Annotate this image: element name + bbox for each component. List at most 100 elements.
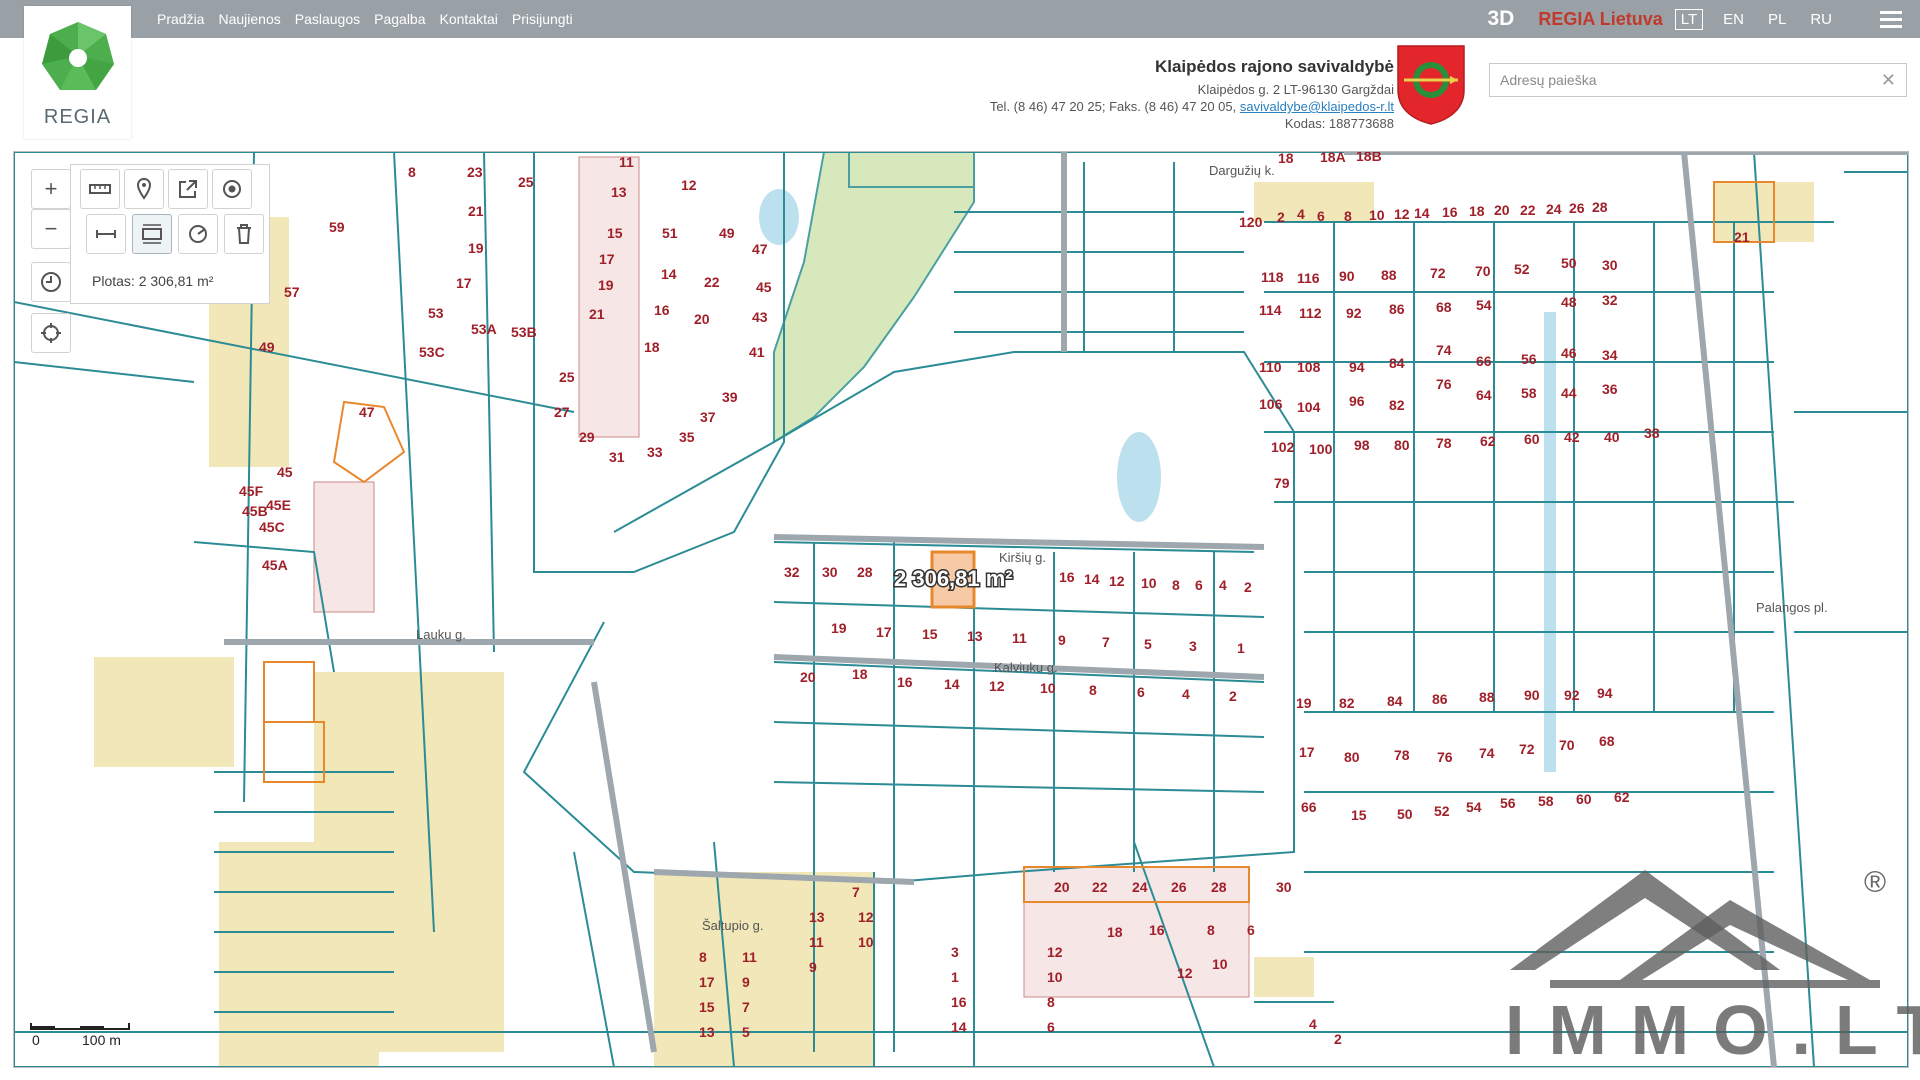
plot-label: 4 xyxy=(1309,1016,1317,1032)
plot-label: 38 xyxy=(1644,425,1660,441)
plot-label: 15 xyxy=(699,999,715,1015)
plot-label: 47 xyxy=(359,404,375,420)
lang-ru[interactable]: RU xyxy=(1806,10,1836,29)
plot-label: 66 xyxy=(1476,353,1492,369)
plot-label: 56 xyxy=(1521,351,1537,367)
plot-label: 19 xyxy=(1296,695,1312,711)
plot-label: 45E xyxy=(266,497,291,513)
measure-radius-button[interactable] xyxy=(178,214,218,254)
plot-label: 7 xyxy=(742,999,750,1015)
clear-icon[interactable]: ✕ xyxy=(1881,70,1896,91)
regia-logo[interactable]: REGIA xyxy=(24,6,131,139)
plot-label: 11 xyxy=(742,949,757,965)
logo-text: REGIA xyxy=(43,106,112,128)
plot-label: 11 xyxy=(619,154,634,170)
plot-label: 52 xyxy=(1514,261,1530,277)
lang-pl[interactable]: PL xyxy=(1764,10,1790,29)
zoom-in-button[interactable]: + xyxy=(31,169,71,209)
plot-label: 39 xyxy=(722,389,738,405)
plot-label: 23 xyxy=(467,164,483,180)
plot-label: 28 xyxy=(1592,199,1608,215)
export-button[interactable] xyxy=(168,169,208,209)
plot-label: 10 xyxy=(1141,575,1157,591)
nav-contacts[interactable]: Kontaktai xyxy=(440,11,498,27)
plot-label: 78 xyxy=(1436,435,1452,451)
street-label: Lauku g. xyxy=(416,627,466,642)
municipality-email[interactable]: savivaldybe@klaipedos-r.lt xyxy=(1240,99,1394,114)
plot-label: 53C xyxy=(419,344,445,360)
3d-button[interactable]: 3D xyxy=(1488,7,1515,31)
plot-label: 9 xyxy=(1058,632,1066,648)
plot-label: 53A xyxy=(471,321,497,337)
plot-label: 72 xyxy=(1430,265,1446,281)
scale-zero: 0 xyxy=(32,1032,40,1048)
address-search-input[interactable] xyxy=(1490,64,1880,96)
nav-services[interactable]: Paslaugos xyxy=(295,11,360,27)
plot-label: 90 xyxy=(1339,268,1355,284)
municipality-code: Kodas: 188773688 xyxy=(1284,116,1394,131)
nav-help[interactable]: Pagalba xyxy=(374,11,425,27)
nav-login[interactable]: Prisijungti xyxy=(512,11,573,27)
plot-label: 13 xyxy=(611,184,627,200)
plot-label: 21 xyxy=(589,306,605,322)
plot-label: 48 xyxy=(1561,294,1577,310)
plot-label: 16 xyxy=(1442,204,1458,220)
hamburger-icon[interactable] xyxy=(1880,10,1902,28)
trash-icon xyxy=(237,224,251,244)
plot-label: 98 xyxy=(1354,437,1370,453)
plot-label: 106 xyxy=(1259,396,1283,412)
plot-label: 49 xyxy=(719,225,735,241)
marker-tool-button[interactable] xyxy=(124,169,164,209)
regia-lietuva-link[interactable]: REGIA Lietuva xyxy=(1538,9,1662,30)
plot-label: 35 xyxy=(679,429,695,445)
plot-label: 32 xyxy=(784,564,800,580)
watermark-text: IMMO.LT xyxy=(1505,991,1920,1069)
plot-label: 7 xyxy=(1102,634,1110,650)
map-pin-icon xyxy=(136,178,152,200)
lang-lt[interactable]: LT xyxy=(1674,8,1704,30)
plot-label: 94 xyxy=(1349,359,1365,375)
plot-label: 5 xyxy=(742,1024,750,1040)
plot-label: 4 xyxy=(1297,206,1305,222)
plot-label: 18 xyxy=(1469,203,1485,219)
municipality-phone: Tel. (8 46) 47 20 25; Faks. (8 46) 47 20… xyxy=(989,99,1237,114)
plot-label: 13 xyxy=(809,909,825,925)
plot-label: 13 xyxy=(967,628,983,644)
plot-label: 10 xyxy=(1369,207,1385,223)
plot-label: 12 xyxy=(1047,944,1063,960)
area-readout: Plotas: 2 306,81 m² xyxy=(92,273,214,289)
plot-label: 17 xyxy=(699,974,715,990)
point-tool-button[interactable] xyxy=(212,169,252,209)
plot-label: 6 xyxy=(1137,684,1145,700)
measure-area-button[interactable] xyxy=(132,214,172,254)
nav-news[interactable]: Naujienos xyxy=(218,11,280,27)
plot-label: 116 xyxy=(1297,270,1320,286)
plot-label: 15 xyxy=(922,626,938,642)
plot-label: 21 xyxy=(1734,229,1750,245)
municipality-name: Klaipėdos rajono savivaldybė xyxy=(1154,57,1394,76)
lang-en[interactable]: EN xyxy=(1719,10,1748,29)
measure-distance-button[interactable] xyxy=(86,214,126,254)
street-label: Kiršių g. xyxy=(999,550,1046,565)
plot-label: 16 xyxy=(1059,569,1075,585)
street-label: Palangos pl. xyxy=(1756,600,1828,615)
plot-label: 5 xyxy=(1144,636,1152,652)
plot-label: 16 xyxy=(1149,922,1165,938)
history-button[interactable] xyxy=(31,262,71,302)
zoom-out-button[interactable]: − xyxy=(31,209,71,249)
plot-label: 22 xyxy=(704,274,720,290)
locate-button[interactable] xyxy=(31,313,71,353)
plot-label: 62 xyxy=(1480,433,1496,449)
plot-label: 62 xyxy=(1614,789,1630,805)
delete-measurement-button[interactable] xyxy=(224,214,264,254)
park-areas xyxy=(773,152,975,444)
plot-label: 104 xyxy=(1297,399,1321,415)
plot-label: 88 xyxy=(1479,689,1495,705)
top-bar: Pradžia Naujienos Paslaugos Pagalba Kont… xyxy=(0,0,1920,38)
plot-label: 74 xyxy=(1436,342,1452,358)
scale-label: 100 m xyxy=(82,1032,121,1048)
nav-home[interactable]: Pradžia xyxy=(157,11,204,27)
plot-label: 11 xyxy=(809,934,824,950)
ruler-tool-button[interactable] xyxy=(80,169,120,209)
plot-label: 114 xyxy=(1259,302,1282,318)
